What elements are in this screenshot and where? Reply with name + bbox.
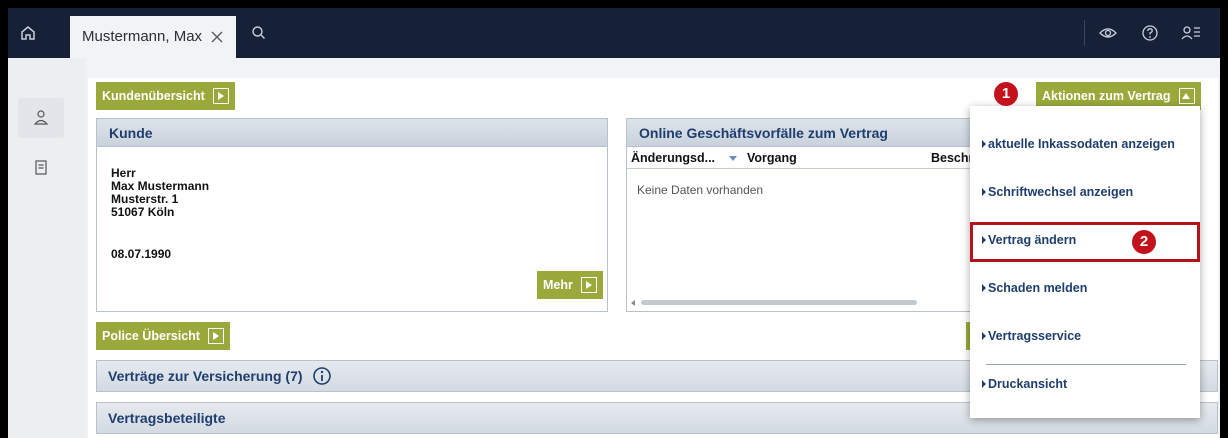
menu-divider <box>986 364 1186 365</box>
eye-icon[interactable] <box>1098 24 1118 42</box>
menu-item-vertragsservice[interactable]: Vertragsservice <box>970 322 1200 350</box>
search-icon[interactable] <box>250 24 268 42</box>
aktionen-dropdown-menu: aktuelle Inkassodaten anzeigen Schriftwe… <box>970 106 1200 418</box>
kundenuebersicht-button[interactable]: Kundenübersicht <box>96 82 235 110</box>
menu-item-schaden-melden[interactable]: Schaden melden <box>970 274 1200 302</box>
customer-tab[interactable]: Mustermann, Max <box>70 16 236 58</box>
toolbar-divider <box>1084 20 1085 46</box>
police-uebersicht-button[interactable]: Police Übersicht <box>96 322 230 350</box>
arrow-up-icon <box>1178 88 1195 104</box>
mehr-button[interactable]: Mehr <box>537 271 603 299</box>
arrow-right-icon <box>580 277 597 293</box>
vertraege-title: Verträge zur Versicherung (7) <box>108 368 303 384</box>
arrow-right-icon <box>207 328 224 344</box>
customer-city: 51067 Köln <box>111 205 175 219</box>
top-bar: Mustermann, Max <box>8 8 1220 58</box>
kundenuebersicht-label: Kundenübersicht <box>102 89 205 103</box>
help-icon[interactable] <box>1140 23 1160 43</box>
close-icon[interactable] <box>210 30 224 44</box>
empty-state-text: Keine Daten vorhanden <box>637 183 764 197</box>
kunde-panel-title: Kunde <box>97 119 607 147</box>
user-settings-icon[interactable] <box>1180 23 1202 43</box>
callout-badge-2: 2 <box>1132 230 1156 254</box>
rail-item-contract[interactable] <box>18 148 64 188</box>
customer-birthdate: 08.07.1990 <box>111 247 172 261</box>
highlight-box <box>970 222 1200 262</box>
column-aenderungsdatum[interactable]: Änderungsd... <box>631 151 715 165</box>
document-icon <box>35 160 47 175</box>
column-beschreibung[interactable]: Beschr <box>931 151 973 165</box>
aktionen-label: Aktionen zum Vertrag <box>1042 89 1171 103</box>
column-vorgang[interactable]: Vorgang <box>747 151 797 165</box>
menu-item-schriftwechsel[interactable]: Schriftwechsel anzeigen <box>970 178 1200 206</box>
customer-tab-label: Mustermann, Max <box>82 28 203 45</box>
callout-badge-1: 1 <box>994 82 1018 106</box>
horizontal-scrollbar[interactable] <box>641 300 917 305</box>
mehr-label: Mehr <box>543 278 573 292</box>
rail-item-customer[interactable] <box>18 98 64 138</box>
vertragsbeteiligte-title: Vertragsbeteiligte <box>108 410 226 426</box>
home-icon[interactable] <box>18 23 38 43</box>
menu-item-druckansicht[interactable]: Druckansicht <box>970 370 1200 398</box>
kunde-panel: Kunde Herr Max Mustermann Musterstr. 1 5… <box>96 118 608 312</box>
info-icon[interactable] <box>312 366 332 386</box>
arrow-right-icon <box>212 88 229 104</box>
customer-address: Herr Max Mustermann Musterstr. 1 51067 K… <box>111 167 209 219</box>
app-frame: Mustermann, Max Kundenübersicht Aktionen… <box>8 8 1220 438</box>
police-uebersicht-label: Police Übersicht <box>102 329 200 343</box>
person-icon <box>33 110 49 125</box>
sort-caret-icon[interactable] <box>729 156 737 161</box>
side-rail <box>8 58 86 438</box>
scroll-left-icon[interactable] <box>631 300 635 306</box>
menu-item-inkassodaten[interactable]: aktuelle Inkassodaten anzeigen <box>970 130 1200 158</box>
